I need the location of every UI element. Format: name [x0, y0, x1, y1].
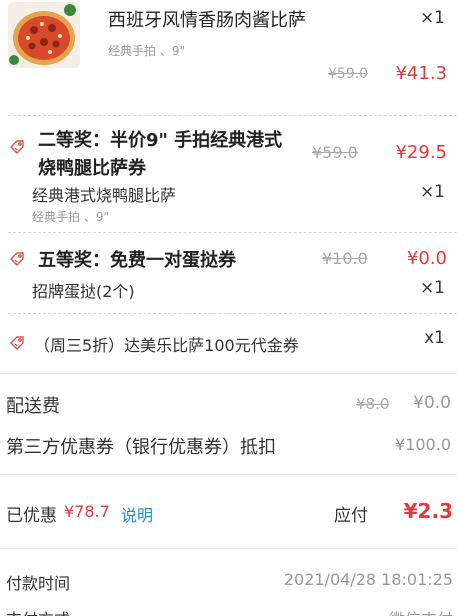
- payable-label: 应付: [334, 506, 368, 526]
- divider: [0, 474, 457, 475]
- coupon-icon: [8, 250, 26, 268]
- coupon-icon: [8, 138, 26, 156]
- prize-price: ¥29.5: [395, 142, 447, 163]
- prize-original-price: ¥10.0: [322, 249, 368, 268]
- item-original-price: ¥59.0: [328, 66, 369, 82]
- payment-method-value: 微信支付: [389, 606, 453, 616]
- delivery-fee-label: 配送费: [6, 396, 60, 417]
- payable-value: ¥2.3: [403, 499, 453, 523]
- prize-price: ¥0.0: [406, 248, 447, 269]
- payment-time-value: 2021/04/28 18:01:25: [283, 570, 453, 589]
- third-party-coupon-value: ¥100.0: [395, 435, 451, 454]
- prize-original-price: ¥59.0: [312, 143, 358, 162]
- payment-time-label: 付款时间: [6, 574, 71, 593]
- coupon-icon: [8, 334, 26, 352]
- third-party-coupon-label: 第三方优惠券（银行优惠券）抵扣: [6, 437, 276, 458]
- divider: [8, 115, 457, 116]
- item-price: ¥41.3: [395, 63, 447, 84]
- delivery-fee-price: ¥0.0: [413, 393, 451, 413]
- voucher-qty: x1: [424, 328, 445, 348]
- prize-item-spec: 经典手拍 、9": [32, 210, 109, 224]
- prize-item-qty: ×1: [419, 182, 445, 202]
- prize-title: 五等奖：免费一对蛋挞券: [38, 250, 236, 271]
- prize-item-name: 经典港式烧鸭腿比萨: [32, 186, 177, 205]
- divider: [8, 232, 457, 233]
- divider: [8, 313, 457, 314]
- divider: [0, 373, 457, 374]
- prize-title-line2: 烧鸭腿比萨券: [38, 158, 146, 179]
- prize-item-qty: ×1: [419, 278, 445, 298]
- divider: [0, 548, 457, 549]
- item-spec: 经典手拍 、9": [108, 44, 185, 58]
- item-qty: ×1: [419, 8, 445, 28]
- voucher-title: （周三5折）达美乐比萨100元代金券: [34, 336, 299, 355]
- prize-title-line1: 二等奖：半价9" 手拍经典港式: [38, 130, 283, 151]
- payment-method-label: 支付方式: [6, 606, 70, 616]
- prize-item-name: 招牌蛋挞(2个): [32, 282, 135, 301]
- pizza-image: [8, 2, 80, 68]
- delivery-fee-original: ¥8.0: [356, 395, 390, 413]
- item-name: 西班牙风情香肠肉酱比萨: [108, 10, 306, 31]
- explain-link[interactable]: 说明: [121, 502, 153, 526]
- discount-value: ¥78.7: [64, 502, 110, 521]
- discount-label: 已优惠: [6, 506, 57, 526]
